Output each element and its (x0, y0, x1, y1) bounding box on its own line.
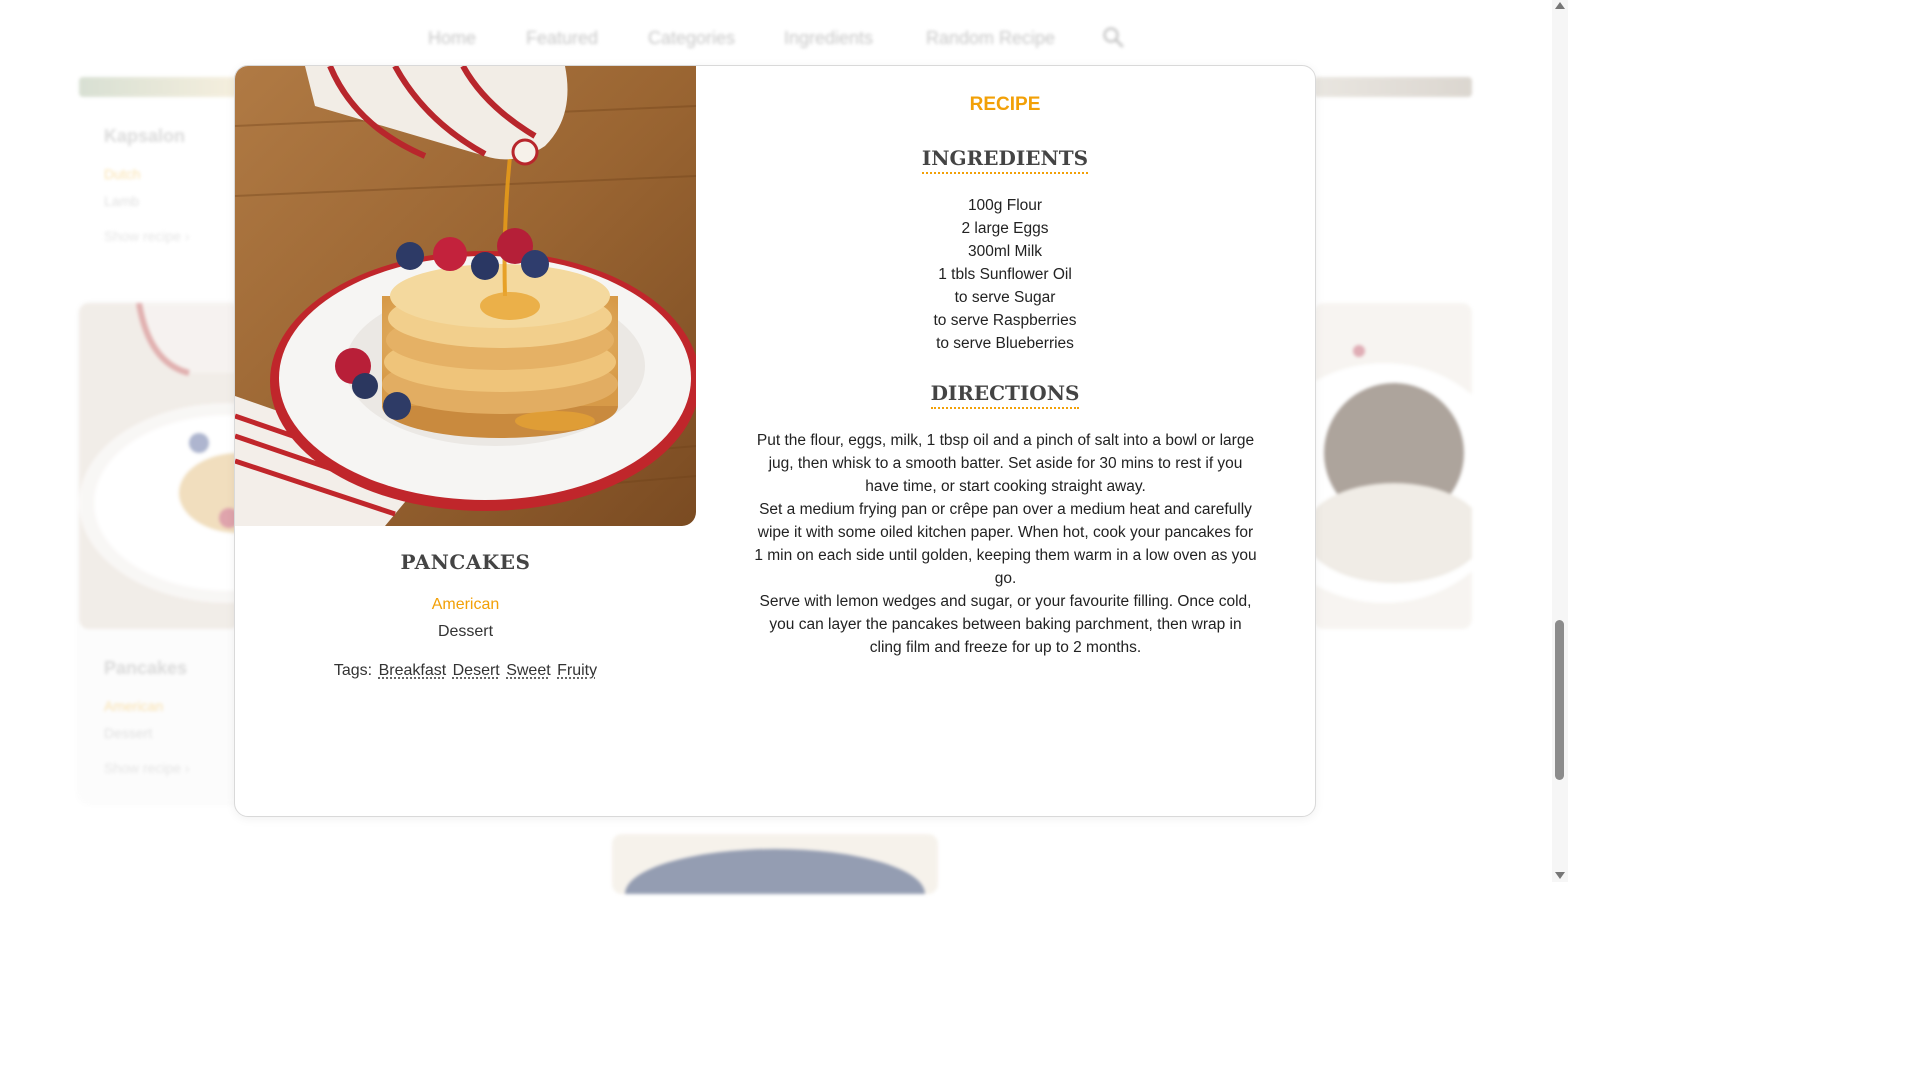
show-recipe-link[interactable]: Show recipe › (104, 228, 190, 244)
nav-home[interactable]: Home (428, 28, 476, 49)
card-image-strip (1314, 77, 1472, 97)
directions-heading-text: DIRECTIONS (930, 381, 1080, 409)
show-recipe-link[interactable]: Show recipe › (104, 760, 190, 776)
card-image-strip (79, 77, 239, 97)
ingredient-item: 1 tbls Sunflower Oil (938, 266, 1072, 283)
recipe-category: Dessert (437, 623, 494, 640)
nav-ingredients[interactable]: Ingredients (784, 28, 873, 49)
direction-step: Put the flour, eggs, milk, 1 tbsp oil an… (756, 432, 1255, 495)
ingredients-heading-text: INGREDIENTS (921, 146, 1089, 174)
card-title: Kapsalon (104, 126, 186, 146)
tag-breakfast[interactable]: Breakfast (379, 662, 447, 679)
nav-random-recipe[interactable]: Random Recipe (926, 28, 1055, 49)
card-cuisine: American (104, 698, 164, 714)
card-cuisine: Dutch (104, 166, 141, 182)
recipe-cuisine[interactable]: American (235, 596, 696, 614)
tag-sweet[interactable]: Sweet (506, 662, 550, 679)
direction-step: Set a medium frying pan or crêpe pan ove… (754, 501, 1257, 587)
recipe-tags: Tags: Breakfast Desert Sweet Fruity (235, 662, 696, 680)
scroll-down-arrow-icon[interactable] (1555, 872, 1565, 879)
scrollbar-thumb[interactable] (1555, 620, 1564, 780)
search-icon[interactable] (1102, 26, 1124, 48)
card-photo (1314, 303, 1472, 629)
ingredients-list: 100g Flour 2 large Eggs 300ml Milk 1 tbl… (696, 194, 1314, 355)
directions-text: Put the flour, eggs, milk, 1 tbsp oil an… (753, 429, 1258, 659)
direction-step: Serve with lemon wedges and sugar, or yo… (759, 593, 1252, 656)
ingredient-item: 100g Flour (967, 197, 1043, 214)
tag-desert[interactable]: Desert (453, 662, 500, 679)
tags-label: Tags: (333, 662, 373, 679)
card-photo (79, 303, 239, 629)
nav-featured[interactable]: Featured (526, 28, 598, 49)
scroll-up-arrow-icon[interactable] (1555, 2, 1565, 9)
recipe-photo (235, 66, 696, 526)
ingredient-item: to serve Sugar (954, 289, 1056, 306)
ingredient-item: 2 large Eggs (961, 220, 1049, 237)
card-title: Pancakes (104, 658, 188, 678)
ingredient-item: 300ml Milk (967, 243, 1043, 260)
directions-heading: DIRECTIONS (696, 381, 1314, 409)
card-photo (612, 834, 938, 894)
recipe-title: PANCAKES (400, 550, 531, 574)
top-navigation: Home Featured Categories Ingredients Ran… (0, 24, 1552, 54)
card-category: Dessert (104, 725, 153, 741)
recipe-modal: PANCAKES American Dessert Tags: Breakfas… (234, 65, 1316, 817)
ingredient-item: to serve Blueberries (936, 335, 1074, 352)
ingredients-heading: INGREDIENTS (696, 146, 1314, 174)
tag-fruity[interactable]: Fruity (557, 662, 597, 679)
recipe-kicker: RECIPE (969, 94, 1041, 115)
page-scrollbar[interactable] (1552, 0, 1568, 882)
card-category: Lamb (104, 193, 140, 209)
ingredient-item: to serve Raspberries (933, 312, 1077, 329)
nav-categories[interactable]: Categories (648, 28, 735, 49)
